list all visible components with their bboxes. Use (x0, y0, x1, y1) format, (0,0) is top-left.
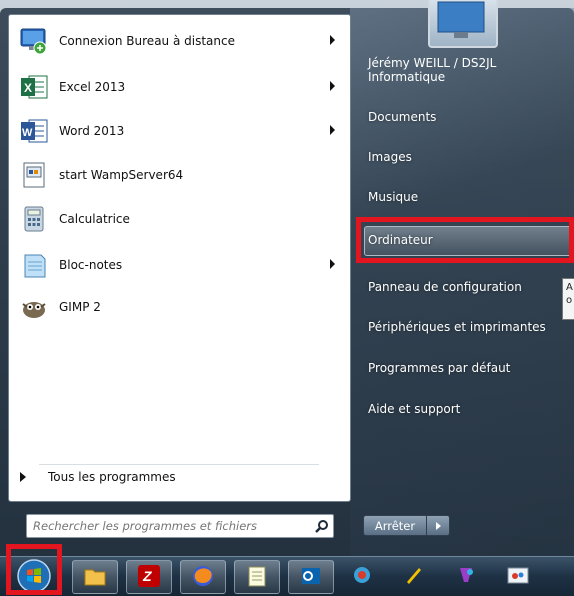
tooltip-line: o (566, 295, 573, 306)
user-picture[interactable] (428, 0, 498, 48)
menu-music[interactable]: Musique (368, 190, 418, 204)
firefox-icon (192, 565, 214, 590)
shutdown-group: Arrêter (363, 515, 450, 536)
program-label: Calculatrice (59, 212, 130, 226)
search-box[interactable] (26, 514, 334, 538)
menu-control-panel[interactable]: Panneau de configuration (368, 280, 522, 294)
menu-documents[interactable]: Documents (368, 110, 436, 124)
program-label: GIMP 2 (59, 300, 101, 314)
notepad-icon (247, 565, 267, 590)
calculator-icon (17, 202, 51, 236)
excel-icon: X (17, 70, 51, 104)
program-label: Word 2013 (59, 124, 125, 138)
chevron-right-icon (435, 521, 441, 530)
network-icon (351, 564, 373, 589)
submenu-arrow-icon[interactable] (330, 125, 335, 135)
user-name[interactable]: Jérémy WEILL / DS2JL Informatique (368, 56, 496, 84)
gimp-icon (17, 290, 51, 324)
menu-images[interactable]: Images (368, 150, 412, 164)
wampserver-icon (17, 158, 51, 192)
all-programs-button[interactable]: Tous les programmes (20, 470, 176, 484)
outlook-icon (300, 565, 322, 590)
program-excel[interactable]: X Excel 2013 (17, 67, 341, 107)
red-highlight-start (6, 544, 62, 595)
menu-default-programs[interactable]: Programmes par défaut (368, 361, 510, 375)
taskbar-explorer[interactable] (72, 560, 118, 594)
taskbar-outlook[interactable] (288, 560, 334, 594)
program-calculator[interactable]: Calculatrice (17, 199, 341, 239)
shutdown-options-button[interactable] (427, 515, 450, 536)
user-department: Informatique (368, 70, 446, 84)
taskbar-firefox[interactable] (180, 560, 226, 594)
taskbar-color[interactable] (444, 560, 488, 592)
shutdown-button[interactable]: Arrêter (363, 515, 427, 536)
tooltip: A o (562, 278, 574, 320)
submenu-arrow-icon[interactable] (330, 259, 335, 269)
search-icon[interactable] (311, 519, 333, 533)
taskbar-notepad[interactable] (234, 560, 280, 594)
user-name-line: Jérémy WEILL / DS2JL (368, 56, 497, 70)
remote-desktop-icon (17, 24, 51, 58)
menu-help-support[interactable]: Aide et support (368, 402, 460, 416)
separator (39, 464, 319, 465)
submenu-arrow-icon[interactable] (330, 81, 335, 91)
program-label: Connexion Bureau à distance (59, 34, 235, 48)
search-input[interactable] (27, 518, 311, 534)
tooltip-line: A (566, 282, 573, 293)
taskbar-filezilla[interactable]: Z (126, 560, 172, 594)
program-label: start WampServer64 (59, 168, 184, 182)
svg-text:W: W (22, 127, 33, 139)
pen-icon (403, 564, 425, 589)
programs-panel: Connexion Bureau à distance X Excel 2013… (8, 14, 351, 502)
menu-devices-printers[interactable]: Périphériques et imprimantes (368, 320, 546, 334)
taskbar-paint[interactable] (496, 560, 540, 592)
program-wampserver[interactable]: start WampServer64 (17, 155, 341, 195)
file-explorer-icon (84, 566, 106, 589)
svg-text:X: X (24, 81, 32, 95)
program-gimp[interactable]: GIMP 2 (17, 287, 341, 327)
filezilla-icon: Z (138, 564, 160, 590)
word-icon: W (17, 114, 51, 148)
program-word[interactable]: W Word 2013 (17, 111, 341, 151)
program-label: Excel 2013 (59, 80, 126, 94)
taskbar-pen[interactable] (392, 560, 436, 592)
all-programs-label: Tous les programmes (48, 470, 176, 484)
submenu-arrow-icon[interactable] (330, 35, 335, 45)
notepad-icon (17, 248, 51, 282)
taskbar-network[interactable] (340, 560, 384, 592)
program-remote-desktop[interactable]: Connexion Bureau à distance (17, 21, 341, 61)
color-icon (455, 564, 477, 589)
svg-text:Z: Z (142, 568, 152, 584)
program-notepad[interactable]: Bloc-notes (17, 245, 341, 285)
paint-icon (506, 564, 530, 589)
program-label: Bloc-notes (59, 258, 123, 272)
red-highlight-computer (356, 217, 574, 263)
expand-arrow-icon (20, 472, 26, 482)
